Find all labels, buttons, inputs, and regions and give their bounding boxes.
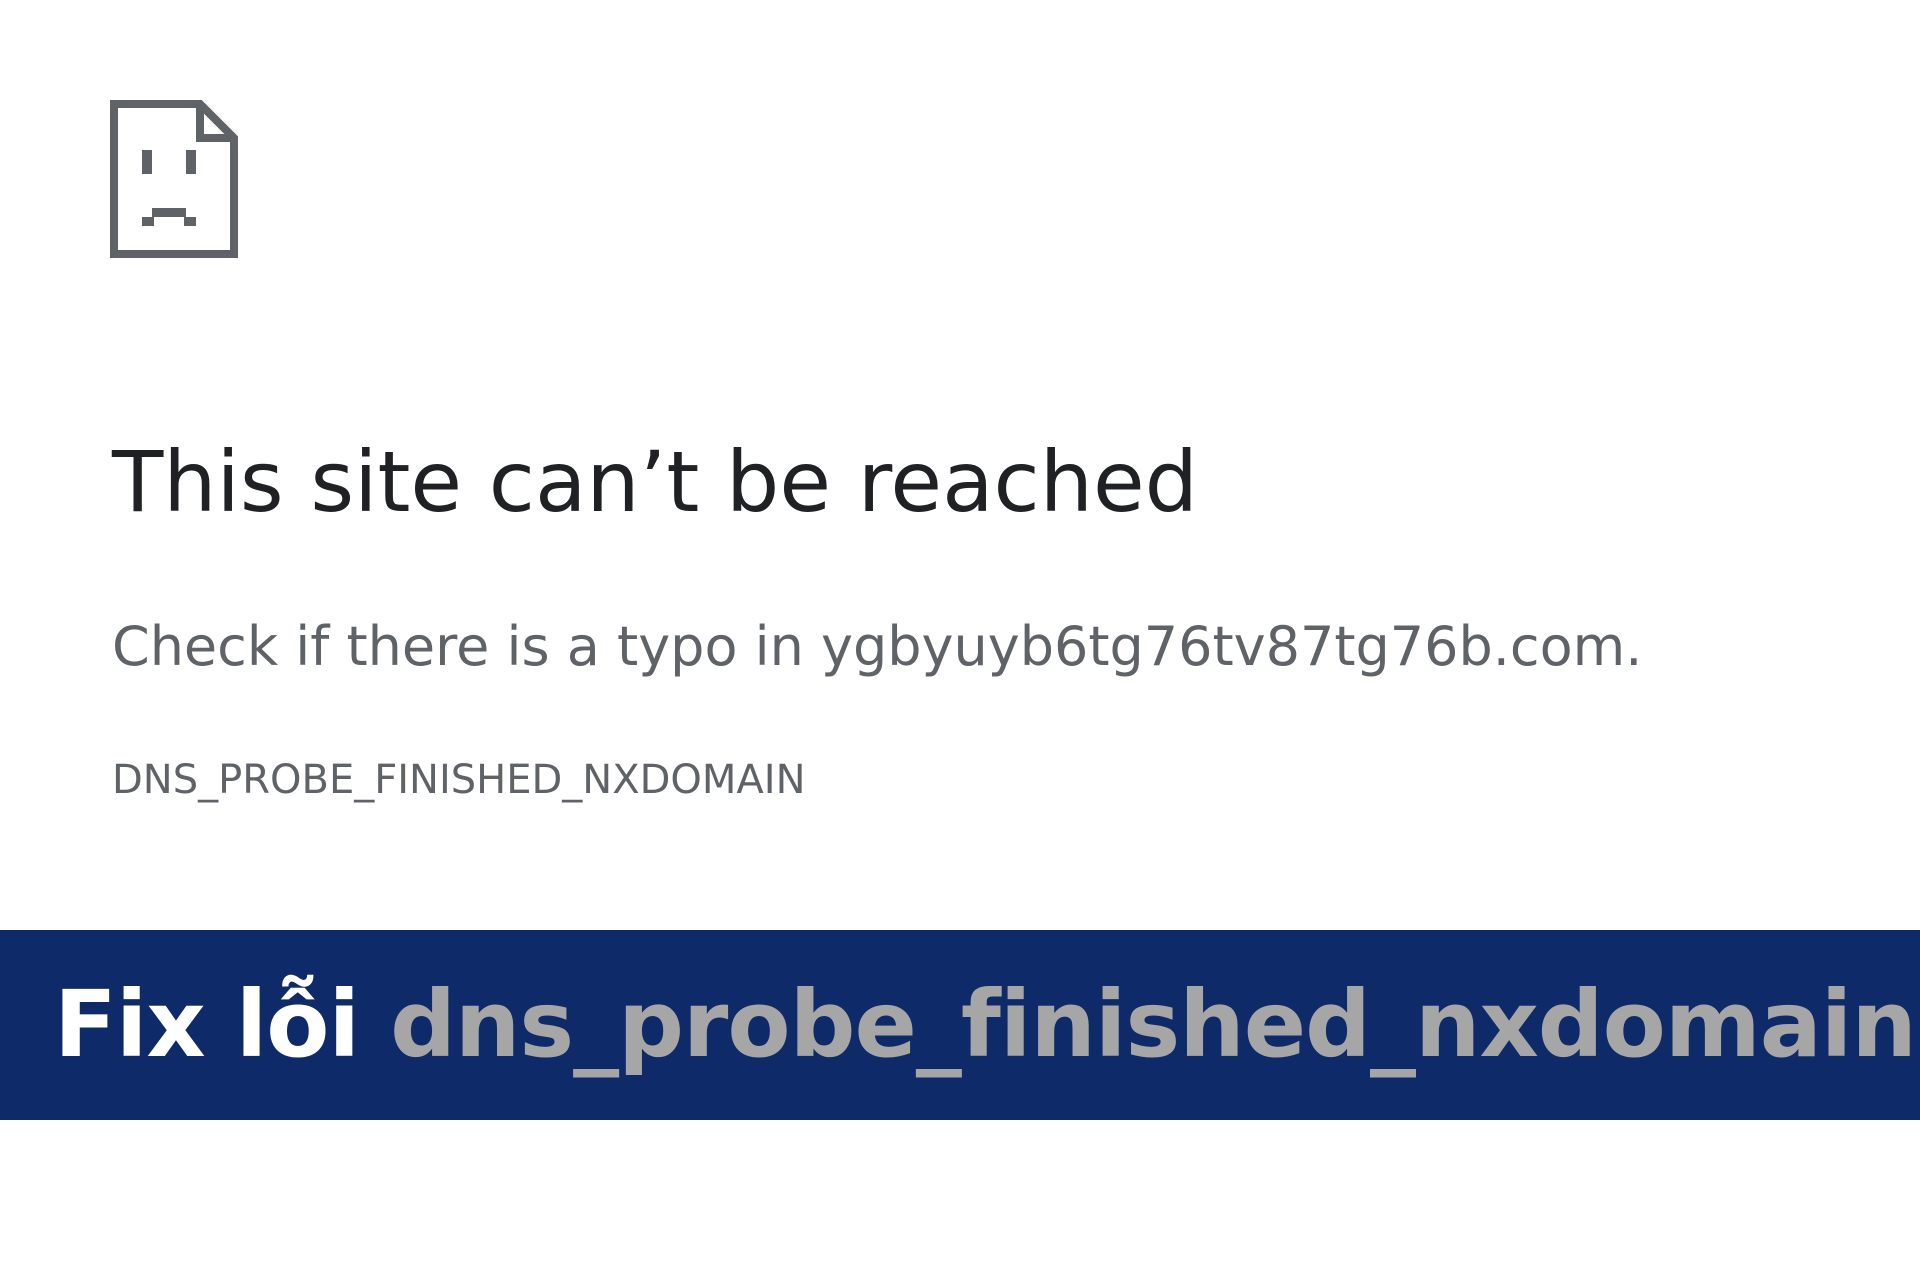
sad-page-icon [110,100,238,258]
error-page: This site can’t be reached Check if ther… [0,0,1920,930]
title-banner: Fix lỗi dns_probe_finished_nxdomain [0,930,1920,1120]
banner-title: Fix lỗi dns_probe_finished_nxdomain [54,970,1917,1080]
banner-prefix: Fix lỗi [54,971,360,1078]
banner-keyword: dns_probe_finished_nxdomain [390,971,1917,1078]
error-headline: This site can’t be reached [112,433,1198,531]
error-message: Check if there is a typo in ygbyuyb6tg76… [112,615,1643,678]
error-code: DNS_PROBE_FINISHED_NXDOMAIN [112,757,806,803]
